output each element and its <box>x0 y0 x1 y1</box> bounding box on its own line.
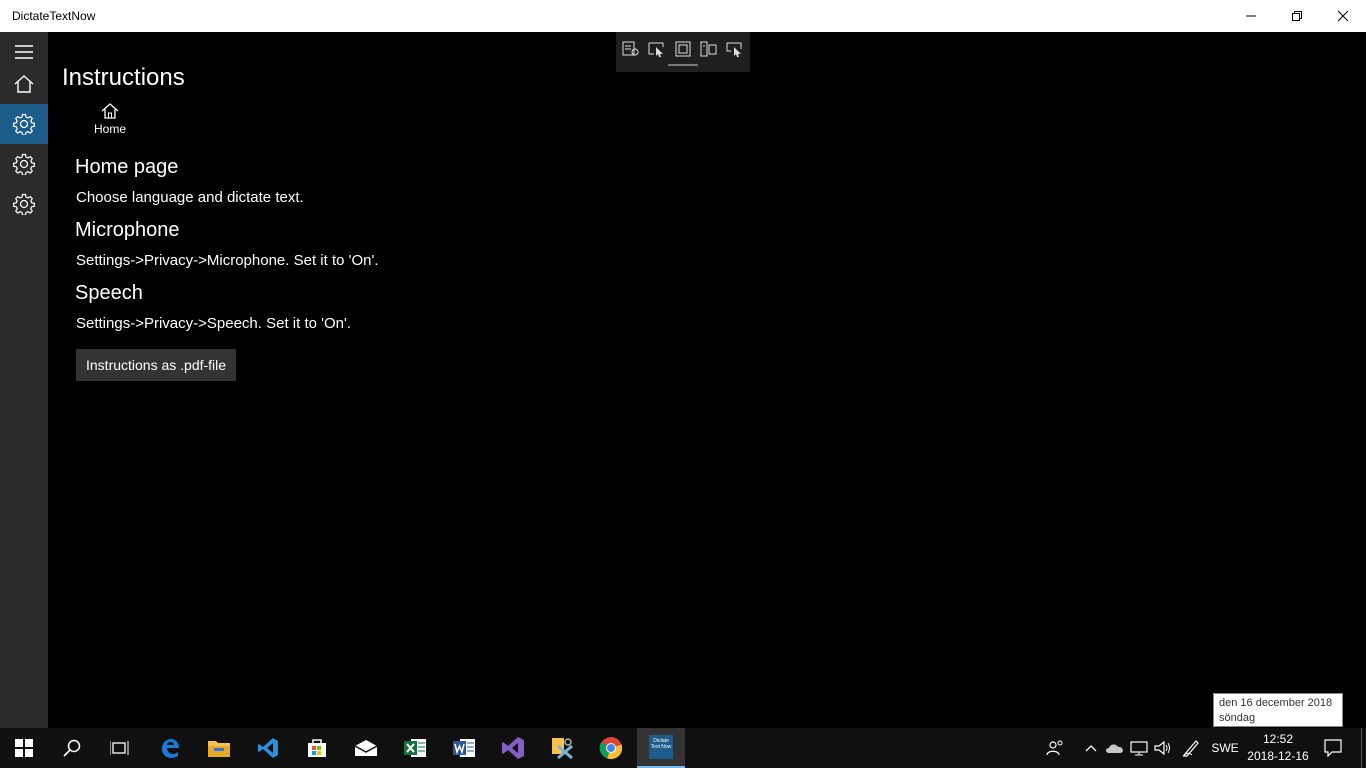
action-center-button[interactable] <box>1312 728 1354 768</box>
instructions-pdf-button[interactable]: Instructions as .pdf-file <box>76 349 237 381</box>
side-nav <box>0 32 48 728</box>
gear-icon <box>13 113 35 135</box>
taskbar-word[interactable] <box>440 728 488 768</box>
section-heading-microphone: Microphone <box>75 219 180 241</box>
word-icon <box>453 739 475 757</box>
taskbar-file-explorer[interactable] <box>195 728 243 768</box>
toolbar-grip[interactable] <box>668 64 698 66</box>
close-button[interactable] <box>1320 0 1366 32</box>
file-explorer-icon <box>208 741 230 757</box>
debug-toolbar <box>616 32 750 72</box>
section-text-home-page: Choose language and dictate text. <box>76 189 304 206</box>
search-icon <box>63 739 81 757</box>
task-view-button[interactable] <box>96 728 144 768</box>
tooltip-date-line: den 16 december 2018 <box>1219 697 1333 709</box>
pointer-icon <box>726 42 742 57</box>
taskbar: Dictate Text Now SWE 12:52 2018-12-16 <box>0 728 1366 768</box>
taskbar-edge[interactable] <box>146 728 194 768</box>
network-button[interactable] <box>1127 728 1151 768</box>
taskbar-excel[interactable] <box>391 728 439 768</box>
home-icon <box>101 103 119 119</box>
vscode-icon <box>258 738 278 758</box>
select-element-icon <box>648 42 664 57</box>
store-icon <box>308 739 326 757</box>
dictatetextnow-icon: Dictate Text Now <box>649 735 673 759</box>
mail-icon <box>354 740 378 756</box>
nav-item-home[interactable] <box>0 64 48 104</box>
taskbar-clock[interactable]: 12:52 2018-12-16 <box>1244 731 1312 765</box>
tooltip-day-line: söndag <box>1219 712 1256 724</box>
clock-date: 2018-12-16 <box>1247 749 1309 763</box>
task-view-icon <box>110 741 129 755</box>
date-tooltip: den 16 december 2018 söndag <box>1213 693 1343 727</box>
section-heading-home-page: Home page <box>75 156 179 178</box>
input-language-button[interactable]: SWE <box>1208 728 1242 768</box>
taskbar-chrome[interactable] <box>587 728 635 768</box>
start-icon <box>15 739 33 757</box>
clock-time: 12:52 <box>1262 732 1294 746</box>
people-button[interactable] <box>1040 728 1070 768</box>
show-desktop-button[interactable] <box>1361 728 1366 768</box>
live-tree-icon <box>622 41 639 56</box>
close-icon <box>1337 10 1349 22</box>
chevron-up-icon <box>1085 745 1097 752</box>
nav-item-settings-1[interactable] <box>0 144 48 184</box>
taskbar-store[interactable] <box>293 728 341 768</box>
section-heading-speech: Speech <box>75 282 143 304</box>
home-button[interactable]: Home <box>88 102 132 142</box>
window-title: DictateTextNow <box>12 9 96 23</box>
taskbar-visual-studio[interactable] <box>489 728 537 768</box>
onedrive-icon <box>1106 744 1123 753</box>
section-text-microphone: Settings->Privacy->Microphone. Set it to… <box>76 252 379 269</box>
title-bar: DictateTextNow <box>0 0 1366 32</box>
network-icon <box>1130 741 1148 756</box>
restore-icon <box>1292 11 1302 21</box>
track-focus-icon <box>700 41 717 57</box>
volume-button[interactable] <box>1151 728 1175 768</box>
tools-icon <box>552 738 573 760</box>
live-tree-button[interactable] <box>621 40 641 58</box>
display-adorners-button[interactable] <box>673 40 693 58</box>
track-focus-button[interactable] <box>699 40 719 58</box>
restore-button[interactable] <box>1274 0 1320 32</box>
adorners-icon <box>675 41 691 57</box>
section-text-speech: Settings->Privacy->Speech. Set it to 'On… <box>76 315 352 332</box>
gear-icon <box>13 193 35 215</box>
chrome-icon <box>599 737 623 760</box>
notification-icon <box>1324 739 1342 757</box>
minimize-button[interactable] <box>1228 0 1274 32</box>
people-icon <box>1046 740 1063 756</box>
gear-icon <box>13 153 35 175</box>
speaker-icon <box>1154 740 1170 756</box>
taskbar-tools[interactable] <box>538 728 586 768</box>
excel-icon <box>404 739 426 757</box>
edge-icon <box>162 739 179 758</box>
pen-workspace-button[interactable] <box>1178 728 1204 768</box>
taskbar-dictatetextnow[interactable]: Dictate Text Now <box>637 728 685 768</box>
hamburger-icon <box>15 45 33 59</box>
onedrive-button[interactable] <box>1103 728 1127 768</box>
home-icon <box>14 75 34 93</box>
show-hidden-icons-button[interactable] <box>1080 728 1102 768</box>
page-title: Instructions <box>62 64 185 91</box>
pen-icon <box>1182 740 1199 757</box>
nav-item-settings-2[interactable] <box>0 184 48 224</box>
minimize-icon <box>1246 15 1256 17</box>
search-button[interactable] <box>48 728 96 768</box>
accessibility-button[interactable] <box>725 40 745 58</box>
start-button[interactable] <box>0 728 48 768</box>
home-button-label: Home <box>93 122 126 136</box>
taskbar-vscode[interactable] <box>244 728 292 768</box>
select-element-button[interactable] <box>647 40 667 58</box>
taskbar-mail[interactable] <box>342 728 390 768</box>
nav-item-instructions[interactable] <box>0 104 48 144</box>
visual-studio-icon <box>502 737 524 759</box>
